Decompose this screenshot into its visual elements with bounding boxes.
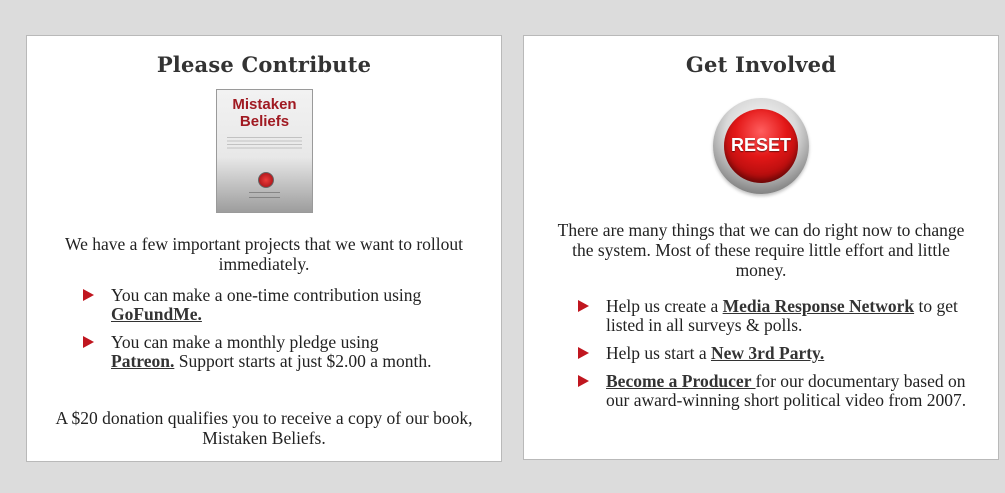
book-cover-image[interactable]: Mistaken Beliefs: [216, 89, 313, 213]
book-reset-icon: [258, 172, 274, 188]
contribute-panel: Please Contribute Mistaken Beliefs We ha…: [26, 35, 502, 462]
get-involved-intro: There are many things that we can do rig…: [557, 220, 965, 280]
new-3rd-party-link[interactable]: New 3rd Party.: [711, 343, 824, 363]
get-involved-title: Get Involved: [685, 52, 837, 77]
get-involved-list: Help us create a Media Response Network …: [578, 297, 968, 419]
bullet-arrow-icon: [83, 336, 94, 348]
become-a-producer-link[interactable]: Become a Producer: [606, 371, 756, 391]
book-title-line2: Beliefs: [239, 113, 290, 130]
list-item: You can make a one-time contribution usi…: [83, 286, 443, 324]
contribute-list: You can make a one-time contribution usi…: [83, 286, 443, 380]
reset-label: RESET: [730, 135, 791, 155]
get-involved-panel: Get Involved RESET There are many things…: [523, 35, 999, 460]
list-item: Become a Producer for our documentary ba…: [578, 372, 968, 410]
list-item: Help us create a Media Response Network …: [578, 297, 968, 335]
reset-button-image[interactable]: RESET: [713, 98, 809, 194]
bullet-arrow-icon: [83, 289, 94, 301]
bullet-arrow-icon: [578, 347, 589, 359]
bullet-arrow-icon: [578, 375, 589, 387]
contribute-title: Please Contribute: [156, 52, 372, 77]
list-item: You can make a monthly pledge using Patr…: [83, 333, 443, 371]
book-title-line1: Mistaken: [232, 96, 297, 113]
contribute-intro: We have a few important projects that we…: [64, 234, 464, 274]
media-response-network-link[interactable]: Media Response Network: [723, 296, 915, 316]
book-authors-graphic: [249, 190, 280, 198]
list-item: Help us start a New 3rd Party.: [578, 344, 968, 363]
contribute-footer: A $20 donation qualifies you to receive …: [55, 408, 473, 448]
gofundme-link[interactable]: GoFundMe.: [111, 304, 202, 324]
reset-icon: RESET: [724, 109, 798, 183]
patreon-link[interactable]: Patreon.: [111, 351, 174, 371]
bullet-arrow-icon: [578, 300, 589, 312]
book-subtitle-graphic: [227, 137, 302, 151]
